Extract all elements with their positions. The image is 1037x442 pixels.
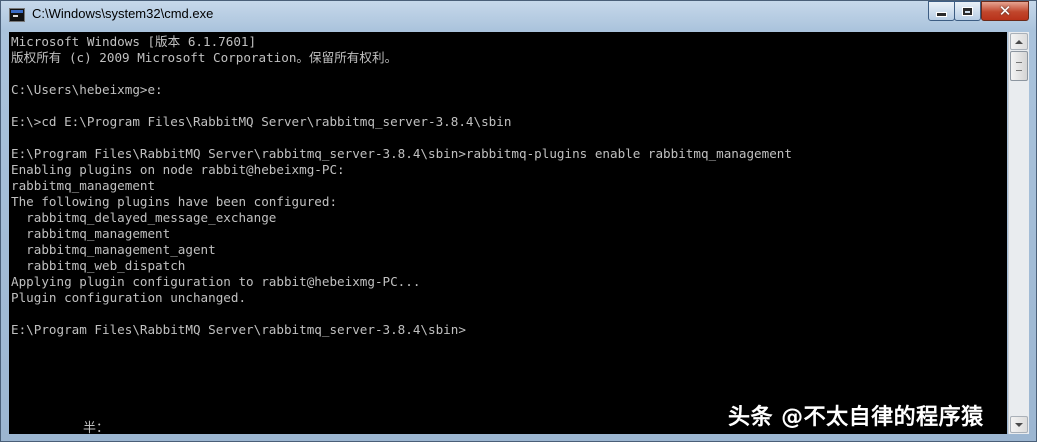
console-line: Enabling plugins on node rabbit@hebeixmg…: [11, 162, 345, 177]
cmd-console-icon[interactable]: [9, 8, 25, 22]
close-button[interactable]: ✕: [981, 1, 1029, 21]
console-line: 版权所有 (c) 2009 Microsoft Corporation。保留所有…: [11, 50, 398, 65]
maximize-button[interactable]: [954, 1, 981, 21]
console-line: Plugin configuration unchanged.: [11, 290, 247, 305]
ime-status: 半：: [83, 421, 110, 436]
console-line: rabbitmq_management: [11, 226, 171, 241]
chevron-down-icon: [1015, 422, 1023, 427]
scroll-down-button[interactable]: [1010, 416, 1028, 433]
console-output[interactable]: Microsoft Windows [版本 6.1.7601] 版权所有 (c) …: [9, 32, 1007, 434]
chevron-up-icon: [1015, 39, 1023, 44]
console-line: E:\Program Files\RabbitMQ Server\rabbitm…: [11, 146, 792, 161]
scrollbar-thumb[interactable]: [1010, 51, 1028, 81]
title-bar[interactable]: C:\Windows\system32\cmd.exe: [1, 1, 1036, 31]
console-line: rabbitmq_delayed_message_exchange: [11, 210, 277, 225]
console-line: Microsoft Windows [版本 6.1.7601]: [11, 34, 257, 49]
maximize-icon: [963, 7, 972, 15]
console-line: Applying plugin configuration to rabbit@…: [11, 274, 421, 289]
minimize-icon: [937, 13, 946, 16]
scroll-up-button[interactable]: [1010, 33, 1028, 50]
console-line: E:\>cd E:\Program Files\RabbitMQ Server\…: [11, 114, 512, 129]
console-line: rabbitmq_web_dispatch: [11, 258, 186, 273]
console-line: rabbitmq_management_agent: [11, 242, 216, 257]
watermark-text: 头条 @不太自律的程序猿: [728, 405, 984, 430]
window-title: C:\Windows\system32\cmd.exe: [32, 6, 214, 21]
console-line: The following plugins have been configur…: [11, 194, 338, 209]
vertical-scrollbar[interactable]: [1008, 32, 1029, 434]
cmd-window: C:\Windows\system32\cmd.exe ✕ Microsoft …: [0, 0, 1037, 442]
console-line: E:\Program Files\RabbitMQ Server\rabbitm…: [11, 322, 466, 337]
console-line: C:\Users\hebeixmg>e:: [11, 82, 163, 97]
close-icon: ✕: [998, 1, 1012, 20]
minimize-button[interactable]: [928, 1, 955, 21]
console-line: rabbitmq_management: [11, 178, 156, 193]
